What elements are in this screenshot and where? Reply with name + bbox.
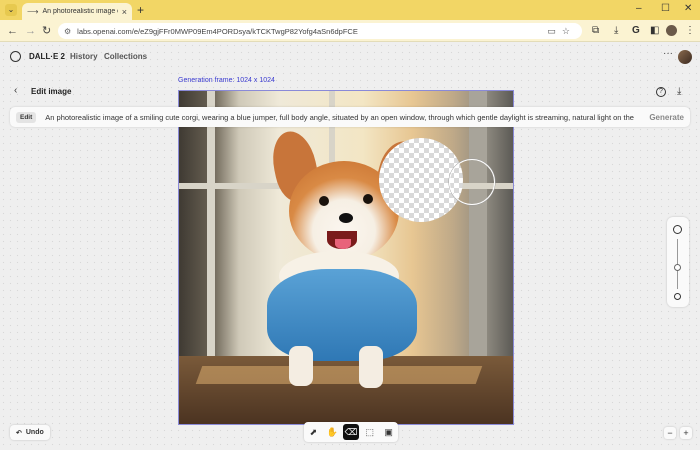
upload-image-icon[interactable]: ▣ <box>381 424 397 440</box>
nav-history[interactable]: History <box>70 52 98 61</box>
back-arrow-icon[interactable]: ← <box>7 24 18 38</box>
brush-cursor <box>449 159 495 205</box>
more-options-icon[interactable]: ··· <box>663 48 673 59</box>
zoom-controls: − + <box>664 427 694 441</box>
browser-menu-icon[interactable]: ⋮ <box>685 24 695 38</box>
prompt-bar: Edit An photorealistic image of a smilin… <box>10 107 690 127</box>
side-panel-icon[interactable]: ◧ <box>650 24 659 38</box>
app-header: DALL·E 2 History Collections ··· <box>0 42 700 72</box>
tab-close-icon[interactable]: × <box>122 7 127 17</box>
undo-label: Undo <box>25 429 44 436</box>
url-text: labs.openai.com/e/eZ9gjFFr0MWP09Em4PORDs… <box>77 26 358 36</box>
downloads-icon[interactable]: ⤓ <box>614 24 618 38</box>
undo-button[interactable]: ↶ Undo <box>10 425 50 440</box>
browser-tab-strip: ⌄ ⟶ An photorealistic image of a smiling… <box>0 0 700 20</box>
generation-frame-label: Generation frame: 1024 x 1024 <box>178 77 275 84</box>
edit-mode-chip: Edit <box>16 111 37 123</box>
profile-avatar[interactable] <box>666 25 677 36</box>
brand-name[interactable]: DALL·E 2 <box>29 52 65 61</box>
tab-favicon-icon: ⟶ <box>27 7 39 16</box>
corgi-eye <box>319 196 329 206</box>
brush-large-icon <box>673 225 682 234</box>
sunlight-patch <box>195 366 483 384</box>
nav-collections[interactable]: Collections <box>104 52 147 61</box>
tab-title: An photorealistic image of a smiling cut… <box>42 8 117 15</box>
hand-tool-icon[interactable]: ✋ <box>324 424 340 440</box>
tab-search-icon[interactable]: ⌄ <box>5 4 17 16</box>
corgi-nose <box>339 213 353 223</box>
zoom-out-button[interactable]: − <box>664 427 676 439</box>
undo-icon: ↶ <box>16 429 22 437</box>
corgi-leg <box>359 346 383 388</box>
corgi-tongue <box>335 239 351 249</box>
generate-button[interactable]: Generate <box>649 113 684 122</box>
bookmark-star-icon[interactable]: ▭☆ <box>547 26 576 37</box>
back-icon[interactable]: ‹ <box>14 85 17 96</box>
select-tool-icon[interactable]: ⬈ <box>305 424 321 440</box>
image-canvas[interactable] <box>178 90 514 425</box>
prompt-input[interactable]: An photorealistic image of a smiling cut… <box>45 113 635 122</box>
site-info-icon[interactable]: ⚙ <box>64 27 71 36</box>
tool-palette: ⬈ ✋ ⌫ ⬚ ▣ <box>304 422 398 442</box>
user-avatar[interactable] <box>678 50 692 64</box>
close-window-button[interactable]: ✕ <box>684 3 692 14</box>
google-icon[interactable]: G <box>632 24 640 38</box>
new-tab-button[interactable]: + <box>137 3 144 17</box>
download-icon[interactable]: ⤓ <box>677 86 681 97</box>
brush-size-slider[interactable] <box>667 217 689 307</box>
corgi-leg <box>289 346 313 386</box>
browser-tab[interactable]: ⟶ An photorealistic image of a smiling c… <box>22 3 132 20</box>
help-icon[interactable]: ? <box>656 87 666 97</box>
extensions-icon[interactable]: ⧉ <box>592 24 599 38</box>
address-bar[interactable]: ⚙ labs.openai.com/e/eZ9gjFFr0MWP09Em4POR… <box>58 23 582 39</box>
forward-arrow-icon[interactable]: → <box>25 24 36 38</box>
frame-tool-icon[interactable]: ⬚ <box>362 424 378 440</box>
browser-toolbar: ← → ↻ ⚙ labs.openai.com/e/eZ9gjFFr0MWP09… <box>0 20 700 42</box>
zoom-in-button[interactable]: + <box>680 427 692 439</box>
brush-small-icon <box>674 293 681 300</box>
slider-handle[interactable] <box>674 263 681 271</box>
blue-sweater <box>267 269 417 361</box>
openai-logo-icon[interactable] <box>10 51 21 62</box>
dalle-editor: DALL·E 2 History Collections ··· Generat… <box>0 42 700 450</box>
corgi-eye <box>363 194 373 204</box>
page-title: Edit image <box>31 87 72 96</box>
reload-icon[interactable]: ↻ <box>42 24 51 38</box>
minimize-button[interactable]: – <box>636 3 642 14</box>
maximize-button[interactable]: ☐ <box>661 3 670 14</box>
eraser-tool-icon[interactable]: ⌫ <box>342 424 359 440</box>
